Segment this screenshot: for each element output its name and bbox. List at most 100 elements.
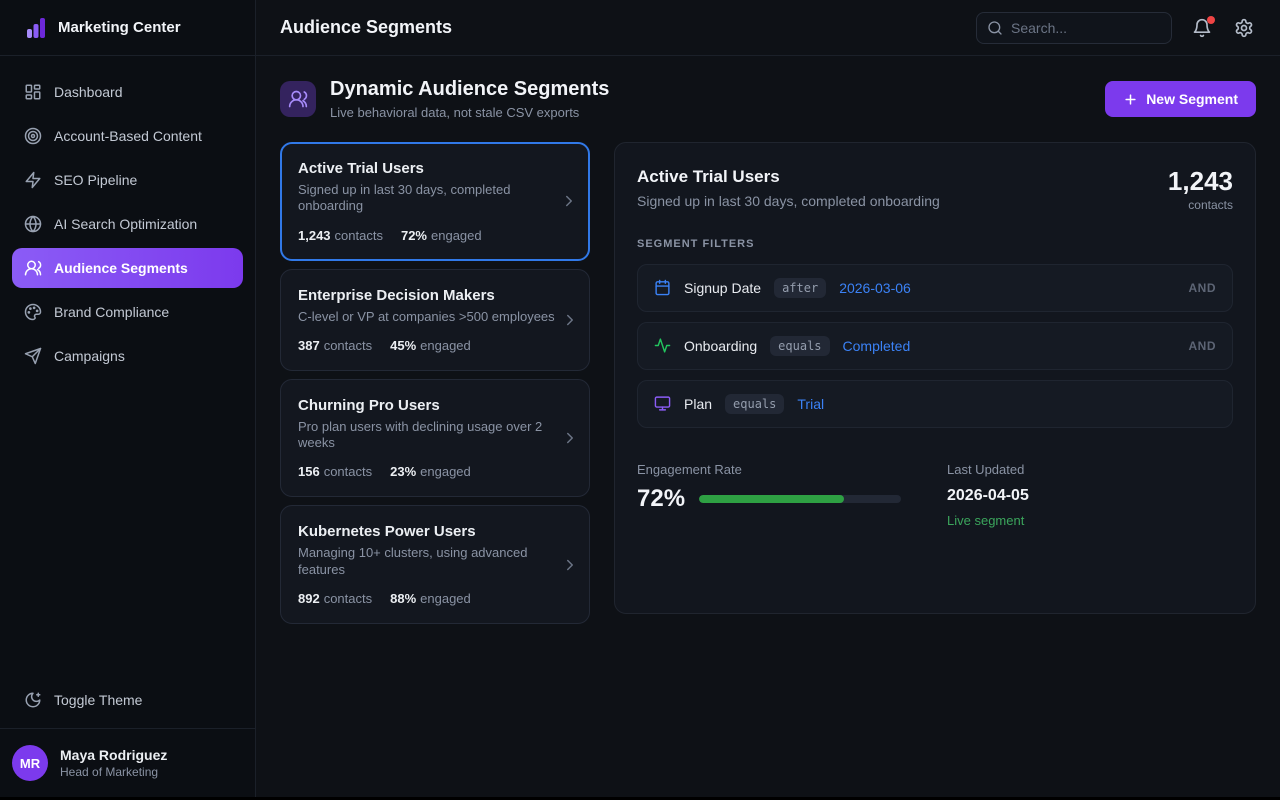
segment-stats: 156contacts 23%engaged bbox=[298, 464, 555, 479]
engaged-label: engaged bbox=[420, 591, 471, 606]
detail-header: Active Trial Users Signed up in last 30 … bbox=[637, 167, 1233, 212]
last-updated-label: Last Updated bbox=[947, 462, 1233, 477]
filter-conjunction: AND bbox=[1189, 281, 1217, 295]
filter-row-onboarding[interactable]: Onboarding equals Completed AND bbox=[637, 322, 1233, 370]
bar-chart-logo-icon bbox=[24, 16, 48, 40]
sidebar-item-label: Brand Compliance bbox=[54, 304, 169, 320]
app-logo: Marketing Center bbox=[0, 0, 255, 56]
sidebar-item-label: Account-Based Content bbox=[54, 128, 202, 144]
search-icon bbox=[987, 20, 1003, 36]
plus-icon bbox=[1123, 92, 1138, 107]
segment-name: Active Trial Users bbox=[298, 160, 555, 177]
notifications-button[interactable] bbox=[1190, 16, 1214, 40]
zap-icon bbox=[24, 171, 42, 189]
chevron-right-icon bbox=[560, 192, 578, 210]
chevron-right-icon bbox=[561, 556, 579, 574]
engagement-rate-block: Engagement Rate 72% bbox=[637, 462, 923, 528]
new-segment-label: New Segment bbox=[1146, 91, 1238, 107]
last-updated-block: Last Updated 2026-04-05 Live segment bbox=[923, 462, 1233, 528]
section-subtitle: Live behavioral data, not stale CSV expo… bbox=[330, 105, 609, 120]
segment-stats: 1,243 contacts 72% engaged bbox=[298, 228, 555, 243]
settings-button[interactable] bbox=[1232, 16, 1256, 40]
contacts-label: contacts bbox=[324, 591, 372, 606]
contacts-label: contacts bbox=[335, 228, 383, 243]
chevron-right-icon bbox=[561, 311, 579, 329]
segment-stats: 387contacts 45%engaged bbox=[298, 338, 555, 353]
globe-icon bbox=[24, 215, 42, 233]
segment-card-active-trial-users[interactable]: Active Trial Users Signed up in last 30 … bbox=[280, 142, 590, 261]
target-icon bbox=[24, 127, 42, 145]
sidebar-item-seo-pipeline[interactable]: SEO Pipeline bbox=[12, 160, 243, 200]
contacts-count: 892 bbox=[298, 591, 320, 606]
monitor-icon bbox=[654, 395, 671, 412]
segment-card-enterprise-decision-makers[interactable]: Enterprise Decision Makers C-level or VP… bbox=[280, 269, 590, 371]
top-bar: Audience Segments bbox=[256, 0, 1280, 56]
engaged-percent: 72% bbox=[401, 228, 427, 243]
segment-description: Pro plan users with declining usage over… bbox=[298, 419, 555, 452]
sidebar-item-label: Campaigns bbox=[54, 348, 125, 364]
filter-value: 2026-03-06 bbox=[839, 280, 911, 296]
new-segment-button[interactable]: New Segment bbox=[1105, 81, 1256, 117]
filter-operator-badge: equals bbox=[725, 394, 784, 414]
page-header: Dynamic Audience Segments Live behaviora… bbox=[280, 78, 1256, 120]
toggle-theme-button[interactable]: Toggle Theme bbox=[12, 680, 243, 720]
main-area: Audience Segments bbox=[256, 0, 1280, 797]
dashboard-icon bbox=[24, 83, 42, 101]
engagement-rate-value: 72% bbox=[637, 485, 685, 513]
segments-header-icon-box bbox=[280, 81, 316, 117]
contacts-count: 1,243 bbox=[298, 228, 331, 243]
segment-description: C-level or VP at companies >500 employee… bbox=[298, 309, 555, 325]
filter-value: Trial bbox=[797, 396, 824, 412]
sidebar-item-label: Dashboard bbox=[54, 84, 123, 100]
segment-list: Active Trial Users Signed up in last 30 … bbox=[280, 142, 590, 624]
engaged-label: engaged bbox=[420, 338, 471, 353]
section-title: Dynamic Audience Segments bbox=[330, 78, 609, 101]
segment-card-kubernetes-power-users[interactable]: Kubernetes Power Users Managing 10+ clus… bbox=[280, 505, 590, 624]
gear-icon bbox=[1234, 18, 1254, 38]
engagement-progress-fill bbox=[699, 495, 844, 503]
filter-operator-badge: after bbox=[774, 278, 826, 298]
segment-name: Enterprise Decision Makers bbox=[298, 287, 555, 304]
sidebar-item-ai-search-optimization[interactable]: AI Search Optimization bbox=[12, 204, 243, 244]
sidebar-item-brand-compliance[interactable]: Brand Compliance bbox=[12, 292, 243, 332]
page-title: Audience Segments bbox=[280, 17, 452, 38]
segment-name: Kubernetes Power Users bbox=[298, 523, 555, 540]
send-icon bbox=[24, 347, 42, 365]
detail-contacts-value: 1,243 bbox=[1168, 167, 1233, 196]
engagement-rate-label: Engagement Rate bbox=[637, 462, 923, 477]
segment-description: Managing 10+ clusters, using advanced fe… bbox=[298, 545, 555, 578]
calendar-icon bbox=[654, 279, 671, 296]
engaged-percent: 23% bbox=[390, 464, 416, 479]
last-updated-value: 2026-04-05 bbox=[947, 487, 1233, 505]
sidebar-item-dashboard[interactable]: Dashboard bbox=[12, 72, 243, 112]
filter-row-plan[interactable]: Plan equals Trial bbox=[637, 380, 1233, 428]
sidebar-item-campaigns[interactable]: Campaigns bbox=[12, 336, 243, 376]
search-box[interactable] bbox=[976, 12, 1172, 44]
search-input[interactable] bbox=[1011, 20, 1161, 36]
segment-detail-panel: Active Trial Users Signed up in last 30 … bbox=[614, 142, 1256, 614]
sidebar-item-label: AI Search Optimization bbox=[54, 216, 197, 232]
sidebar-item-label: SEO Pipeline bbox=[54, 172, 137, 188]
filter-row-signup-date[interactable]: Signup Date after 2026-03-06 AND bbox=[637, 264, 1233, 312]
content-area: Dynamic Audience Segments Live behaviora… bbox=[256, 56, 1280, 797]
engaged-percent: 45% bbox=[390, 338, 416, 353]
sidebar-item-label: Audience Segments bbox=[54, 260, 188, 276]
contacts-count: 156 bbox=[298, 464, 320, 479]
detail-stats: Engagement Rate 72% Last Updated 2026-04… bbox=[637, 462, 1233, 528]
top-bar-actions bbox=[976, 12, 1256, 44]
sidebar-nav: Dashboard Account-Based Content SEO Pipe… bbox=[0, 56, 255, 672]
sidebar-item-account-based-content[interactable]: Account-Based Content bbox=[12, 116, 243, 156]
filter-operator-badge: equals bbox=[770, 336, 829, 356]
user-profile[interactable]: MR Maya Rodriguez Head of Marketing bbox=[0, 728, 255, 797]
filter-field: Onboarding bbox=[684, 338, 757, 354]
contacts-label: contacts bbox=[324, 464, 372, 479]
sidebar-item-audience-segments[interactable]: Audience Segments bbox=[12, 248, 243, 288]
filter-value: Completed bbox=[843, 338, 911, 354]
engaged-label: engaged bbox=[431, 228, 482, 243]
detail-contacts: 1,243 contacts bbox=[1168, 167, 1233, 212]
detail-contacts-label: contacts bbox=[1168, 198, 1233, 212]
contacts-count: 387 bbox=[298, 338, 320, 353]
segment-card-churning-pro-users[interactable]: Churning Pro Users Pro plan users with d… bbox=[280, 379, 590, 498]
user-role: Head of Marketing bbox=[60, 765, 167, 779]
activity-icon bbox=[654, 337, 671, 354]
